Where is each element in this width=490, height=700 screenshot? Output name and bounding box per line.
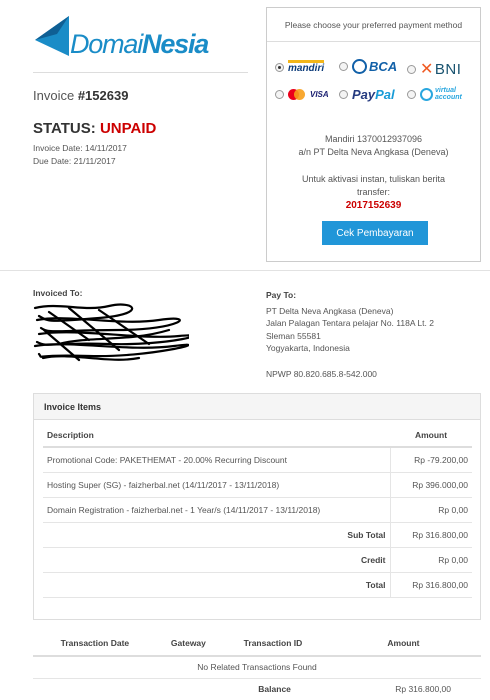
col-transaction-id: Transaction ID [220, 630, 326, 657]
payment-instructions: Mandiri 1370012937096 a/n PT Delta Neva … [267, 133, 480, 212]
table-row: Promotional Code: PAKETHEMAT - 20.00% Re… [43, 447, 472, 473]
status-badge: UNPAID [99, 120, 157, 137]
virtual-account-logo: virtual account [420, 87, 462, 101]
payment-divider [267, 41, 480, 42]
radio-selected-icon[interactable] [275, 62, 284, 72]
check-payment-button[interactable]: Cek Pembayaran [322, 221, 428, 245]
pay-to-block: Pay To: PT Delta Neva Angkasa (Deneva) J… [266, 289, 434, 380]
table-header-row: Transaction Date Gateway Transaction ID … [33, 630, 481, 657]
payment-option-mandiri[interactable]: mandiri [275, 60, 325, 74]
subtotal-row: Sub Total Rp 316.800,00 [43, 522, 472, 548]
account-holder: a/n PT Delta Neva Angkasa (Deneva) [298, 147, 449, 157]
bni-logo: ✕ BNI [420, 60, 462, 79]
col-gateway: Gateway [156, 630, 221, 657]
virtual-account-icon [420, 87, 433, 101]
radio-icon[interactable] [407, 64, 416, 74]
item-description: Hosting Super (SG) - faizherbal.net (14/… [43, 472, 390, 498]
pay-to-label: Pay To: [266, 290, 297, 300]
radio-icon[interactable] [339, 90, 348, 99]
invoice-date: Invoice Date: 14/11/2017 [33, 143, 127, 153]
item-amount: Rp 396.000,00 [389, 472, 472, 498]
item-amount: Rp -79.200,00 [389, 447, 472, 473]
logo-wordmark: DomaiNesia [70, 29, 209, 59]
total-label: Total [43, 572, 390, 598]
pay-to-street: Jalan Palagan Tentara pelajar No. 118A L… [266, 318, 434, 328]
logo-mark-icon [35, 16, 69, 56]
bca-seal-icon [352, 59, 367, 74]
header-divider [33, 72, 248, 73]
balance-row: Balance Rp 316.800,00 [33, 678, 481, 700]
balance-label: Balance [258, 684, 291, 695]
item-description: Promotional Code: PAKETHEMAT - 20.00% Re… [43, 447, 390, 473]
subtotal-value: Rp 316.800,00 [389, 522, 472, 548]
pay-to-region: Yogyakarta, Indonesia [266, 343, 350, 353]
radio-icon[interactable] [407, 89, 416, 99]
visa-logo: VISA [310, 90, 329, 99]
subtotal-label: Sub Total [43, 522, 390, 548]
due-date: Due Date: 21/11/2017 [33, 156, 116, 166]
balance-value: Rp 316.800,00 [395, 684, 451, 695]
invoice-items-panel: Invoice Items Description Amount Promoti… [33, 393, 481, 620]
paypal-logo: PayPal [352, 87, 395, 102]
account-number: Mandiri 1370012937096 [324, 134, 423, 144]
credit-value: Rp 0,00 [389, 547, 472, 573]
payment-option-virtual-account[interactable]: virtual account [407, 87, 462, 101]
item-description: Domain Registration - faizherbal.net - 1… [43, 497, 390, 523]
table-header-row: Description Amount [43, 423, 472, 448]
bni-mark-icon: ✕ [420, 61, 434, 78]
col-amount: Amount [325, 630, 481, 657]
invoice-status: STATUS: UNPAID [33, 120, 157, 137]
table-row: Domain Registration - faizherbal.net - 1… [43, 497, 472, 523]
pay-to-company: PT Delta Neva Angkasa (Deneva) [266, 305, 394, 316]
total-row: Total Rp 316.800,00 [43, 572, 472, 598]
col-amount: Amount [390, 423, 472, 448]
col-description: Description [43, 423, 390, 448]
transactions-table: Transaction Date Gateway Transaction ID … [33, 630, 481, 700]
total-value: Rp 316.800,00 [389, 572, 472, 598]
payment-method-panel: Please choose your preferred payment met… [266, 7, 481, 262]
invoice-number: Invoice #152639 [33, 88, 129, 103]
item-amount: Rp 0,00 [389, 497, 472, 523]
mandiri-logo: mandiri [288, 60, 325, 74]
section-divider [0, 270, 490, 271]
transfer-instruction-2: transfer: [356, 187, 390, 197]
payment-option-card[interactable]: VISA [275, 89, 329, 100]
invoice-items-title: Invoice Items [34, 394, 480, 420]
transfer-instruction: Untuk aktivasi instan, tuliskan berita [301, 174, 446, 184]
table-row: Hosting Super (SG) - faizherbal.net (14/… [43, 472, 472, 498]
pay-to-city: Sleman 55581 [266, 330, 321, 341]
invoiced-to-label: Invoiced To: [33, 288, 83, 298]
payment-option-bni[interactable]: ✕ BNI [407, 59, 461, 79]
invoice-dates: Invoice Date: 14/11/2017 Due Date: 21/11… [33, 142, 127, 168]
col-transaction-date: Transaction Date [33, 630, 157, 657]
domainesia-logo: DomaiNesia [33, 12, 209, 60]
bca-logo: BCA [352, 59, 397, 74]
empty-row: No Related Transactions Found [33, 656, 481, 679]
payment-option-bca[interactable]: BCA [339, 59, 397, 74]
mastercard-icon [288, 89, 305, 100]
radio-icon[interactable] [339, 62, 348, 71]
credit-label: Credit [43, 547, 390, 573]
radio-icon[interactable] [275, 90, 284, 99]
pay-to-npwp: NPWP 80.820.685.8-542.000 [266, 368, 377, 379]
credit-row: Credit Rp 0,00 [43, 547, 472, 573]
transfer-code: 2017152639 [345, 200, 402, 211]
payment-option-paypal[interactable]: PayPal [339, 87, 395, 102]
no-transactions-text: No Related Transactions Found [33, 656, 481, 679]
redacted-address-scribble [33, 303, 189, 362]
payment-title: Please choose your preferred payment met… [284, 20, 463, 30]
invoice-items-table: Description Amount Promotional Code: PAK… [43, 423, 472, 598]
